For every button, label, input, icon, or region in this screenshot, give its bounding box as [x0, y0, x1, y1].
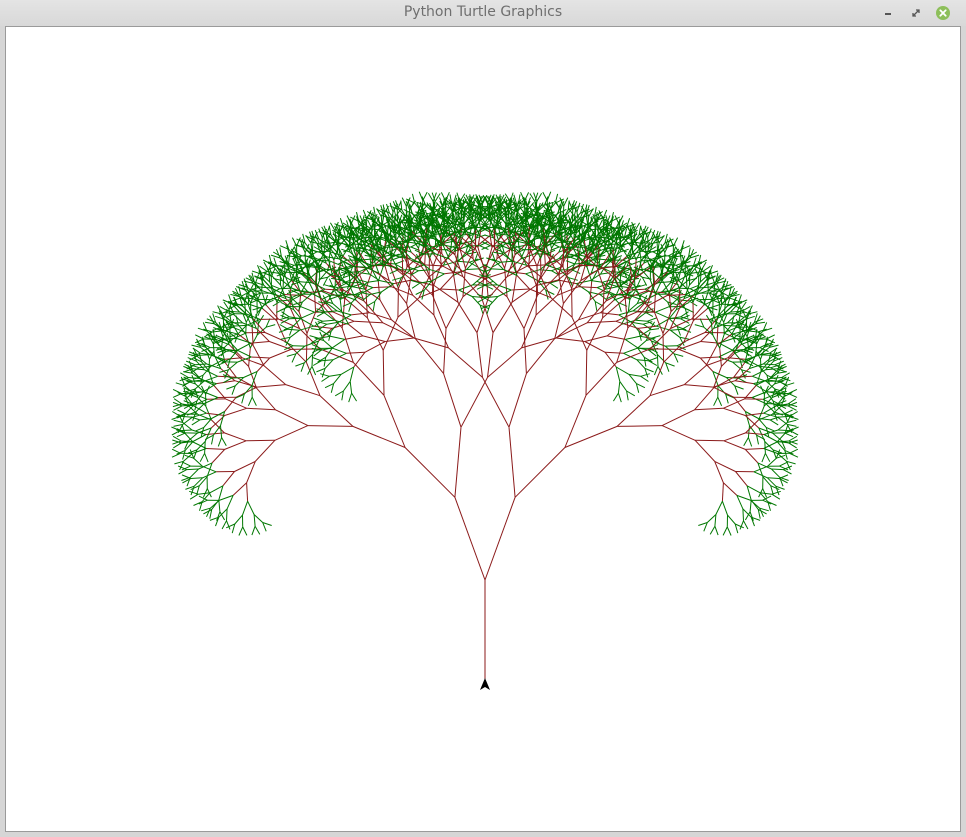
- title-bar[interactable]: Python Turtle Graphics: [0, 0, 966, 26]
- close-button[interactable]: [935, 5, 951, 21]
- close-icon: [936, 6, 950, 20]
- restore-icon: [912, 9, 920, 17]
- turtle-canvas-frame[interactable]: [5, 26, 961, 832]
- fractal-tree: [171, 191, 799, 686]
- turtle-arrow-icon: [480, 678, 490, 690]
- minimize-button[interactable]: [880, 5, 896, 21]
- turtle-window: Python Turtle Graphics: [0, 0, 966, 837]
- turtle-canvas[interactable]: [6, 27, 960, 831]
- minimize-icon: [885, 13, 891, 15]
- window-title: Python Turtle Graphics: [403, 4, 563, 20]
- restore-button[interactable]: [908, 5, 924, 21]
